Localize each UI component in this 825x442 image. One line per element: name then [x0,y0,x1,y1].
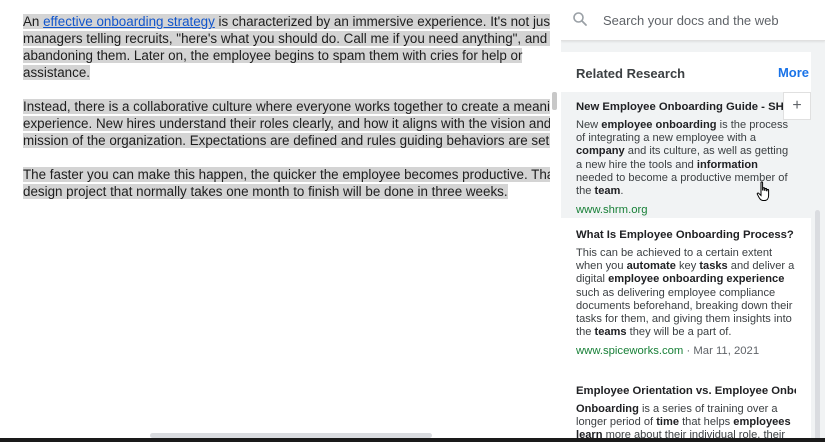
search-box[interactable] [561,0,825,41]
paragraph-2-line-1: Instead, there is a collaborative cultur… [23,99,550,114]
result-source[interactable]: www.spiceworks.com · Mar 11, 2021 [576,344,796,358]
paragraph-3[interactable]: The faster you can make this happen, the… [23,166,550,200]
document-scrollbar[interactable] [552,92,557,110]
result-date: · Mar 11, 2021 [683,345,760,358]
research-panel: Related Research More New Employee Onboa… [561,0,825,442]
search-input[interactable] [601,8,820,32]
result-title[interactable]: New Employee Onboarding Guide - SHRM [576,100,796,114]
related-research-card: Related Research More New Employee Onboa… [561,52,811,442]
paragraph-2-line-3: mission of the organization. Expectation… [23,133,550,148]
paragraph-2-line-2: experience. New hires understand their r… [23,116,550,131]
horizontal-scroll-track[interactable] [0,438,825,442]
paragraph-1-intro: An [23,14,44,29]
result-item[interactable]: New Employee Onboarding Guide - SHRM New… [561,92,811,218]
paragraph-1[interactable]: An effective onboarding strategy is char… [23,13,550,81]
result-snippet: Onboarding is a series of training over … [576,403,791,442]
result-title[interactable]: Employee Orientation vs. Employee Onbo..… [576,384,796,398]
horizontal-scrollbar[interactable] [150,433,432,438]
paragraph-1-line-4: assistance. [23,65,90,80]
paragraph-3-line-1: The faster you can make this happen, the… [23,167,550,182]
paragraph-1-line-2: managers telling recruits, "here's what … [23,31,550,46]
result-title[interactable]: What Is Employee Onboarding Process? ... [576,228,796,242]
document-area[interactable]: An effective onboarding strategy is char… [0,0,550,442]
hand-cursor-icon [756,181,770,201]
paragraph-3-line-2: design project that normally takes one m… [23,184,508,199]
paragraph-1-line-3: abandoning them. Later on, the employee … [23,48,523,63]
more-link[interactable]: More [778,65,809,80]
result-item[interactable]: What Is Employee Onboarding Process? ...… [561,228,811,373]
search-icon [573,12,587,26]
result-item[interactable]: Employee Orientation vs. Employee Onbo..… [561,384,811,442]
add-result-button[interactable]: + [783,92,811,120]
result-source[interactable]: www.shrm.org [576,203,796,217]
paragraph-1-line-1: is characterized by an immersive experie… [214,14,550,29]
result-snippet: This can be achieved to a certain extent… [576,247,795,339]
related-research-header: Related Research [576,66,686,81]
paragraph-2[interactable]: Instead, there is a collaborative cultur… [23,98,550,149]
panel-scrollbar[interactable] [815,210,820,442]
onboarding-strategy-link[interactable]: effective onboarding strategy [43,14,215,29]
